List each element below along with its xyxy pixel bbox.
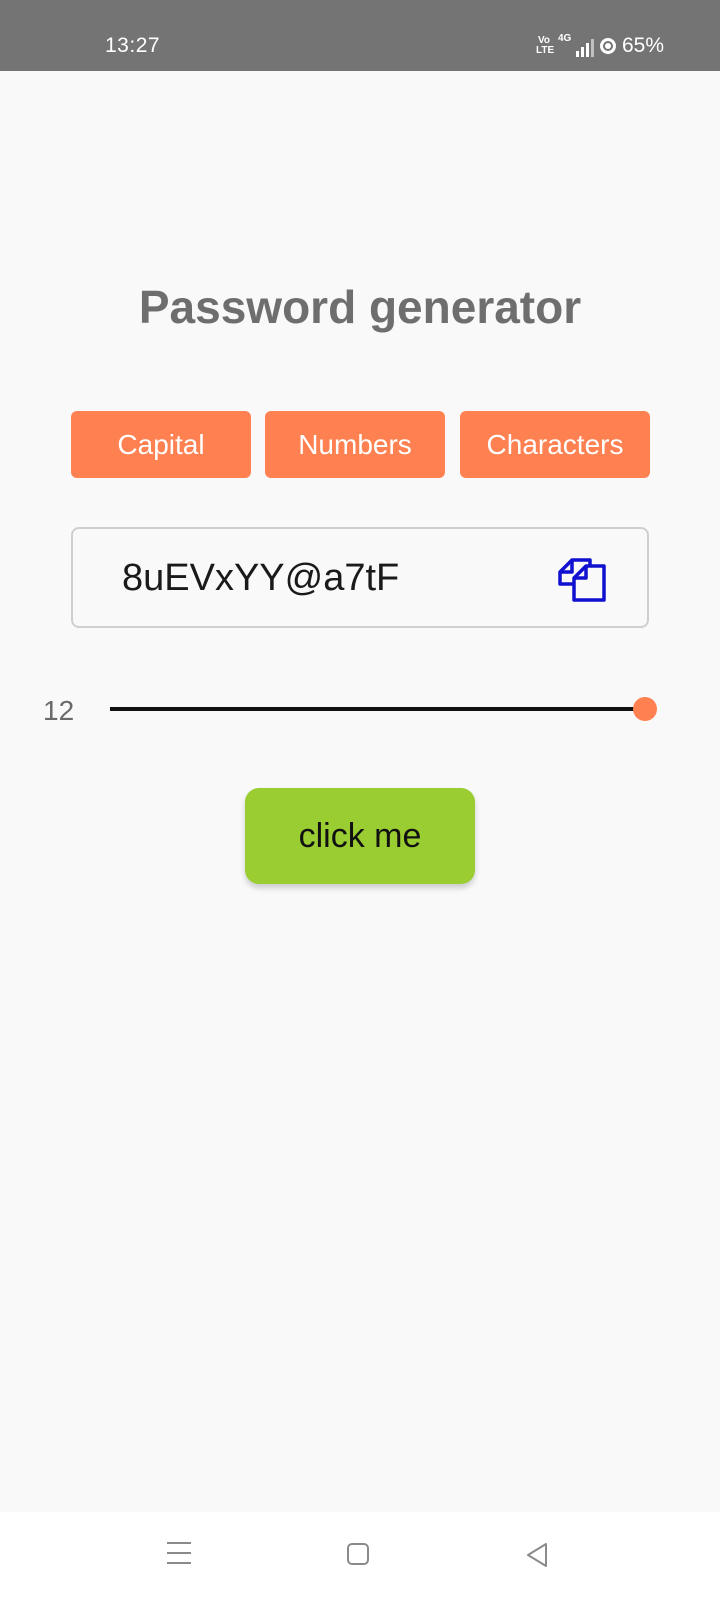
home-icon[interactable] [347,1543,369,1565]
password-value: 8uEVxYY@a7tF [122,557,400,599]
back-icon[interactable] [525,1542,549,1568]
network-label: 4G [557,33,572,44]
battery-level: 65% [621,34,664,57]
capital-button[interactable]: Capital [71,411,251,478]
navigation-bar [0,1512,720,1600]
slider-fill [110,707,645,711]
slider-thumb[interactable] [633,697,657,721]
menu-icon[interactable] [167,1542,191,1566]
length-value: 12 [43,695,75,726]
copy-icon[interactable] [556,554,608,604]
status-icons: Vo LTE 4G 65% [536,33,664,59]
status-time: 13:27 [105,34,161,57]
page-title: Password generator [138,281,582,333]
generate-button[interactable]: click me [245,788,475,884]
volte-icon: Vo LTE [535,35,555,56]
battery-saver-icon [599,38,616,54]
characters-button[interactable]: Characters [460,411,650,478]
length-slider[interactable] [110,697,657,721]
status-bar: 13:27 Vo LTE 4G 65% [0,0,720,71]
numbers-button[interactable]: Numbers [265,411,445,478]
password-field: 8uEVxYY@a7tF [71,527,649,628]
signal-icon: 4G [557,33,594,57]
